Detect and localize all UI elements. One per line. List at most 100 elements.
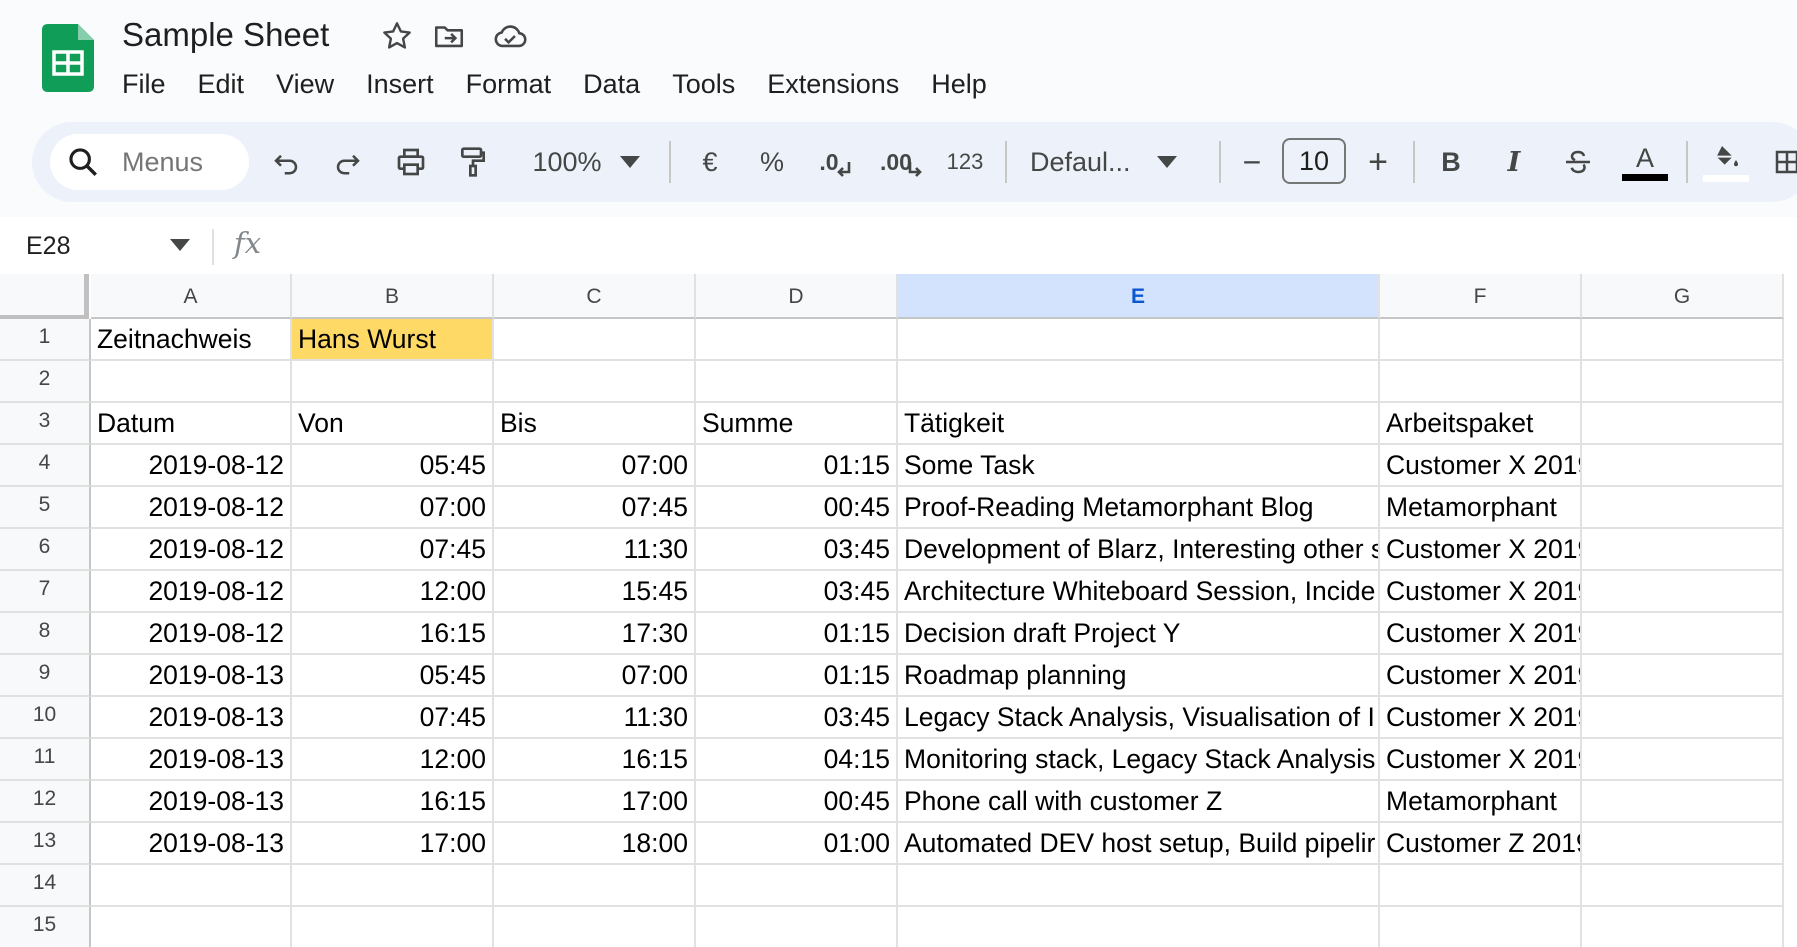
cell-b15[interactable] (292, 907, 494, 947)
row-header[interactable]: 14 (0, 865, 91, 907)
zoom-select[interactable]: 100% (520, 140, 652, 184)
cell-d15[interactable] (696, 907, 898, 947)
cell-g10[interactable] (1582, 697, 1784, 739)
font-size-input[interactable]: 10 (1282, 138, 1346, 184)
cell-f13[interactable]: Customer Z 2019-08 (1380, 823, 1582, 865)
cell-e7[interactable]: Architecture Whiteboard Session, Incide (898, 571, 1380, 613)
sheets-logo-icon[interactable] (42, 24, 94, 92)
column-header-a[interactable]: A (91, 274, 292, 319)
cell-b9[interactable]: 05:45 (292, 655, 494, 697)
cell-a8[interactable]: 2019-08-12 (91, 613, 292, 655)
cell-c13[interactable]: 18:00 (494, 823, 696, 865)
cell-g9[interactable] (1582, 655, 1784, 697)
cell-e12[interactable]: Phone call with customer Z (898, 781, 1380, 823)
increase-decimal-button[interactable]: .00 (876, 140, 928, 184)
cell-g1[interactable] (1582, 319, 1784, 361)
cell-e8[interactable]: Decision draft Project Y (898, 613, 1380, 655)
cell-a3[interactable]: Datum (91, 403, 292, 445)
cell-c4[interactable]: 07:00 (494, 445, 696, 487)
fill-color-button[interactable] (1702, 140, 1750, 184)
decrease-font-size-button[interactable]: − (1232, 140, 1272, 184)
cell-d11[interactable]: 04:15 (696, 739, 898, 781)
cell-e3[interactable]: Tätigkeit (898, 403, 1380, 445)
row-header[interactable]: 12 (0, 781, 91, 823)
cell-f9[interactable]: Customer X 2019-08 (1380, 655, 1582, 697)
cell-a9[interactable]: 2019-08-13 (91, 655, 292, 697)
menu-extensions[interactable]: Extensions (751, 64, 915, 104)
cell-f1[interactable] (1380, 319, 1582, 361)
cell-e4[interactable]: Some Task (898, 445, 1380, 487)
cell-c10[interactable]: 11:30 (494, 697, 696, 739)
cell-c5[interactable]: 07:45 (494, 487, 696, 529)
cell-a1[interactable]: Zeitnachweis (91, 319, 292, 361)
cell-a13[interactable]: 2019-08-13 (91, 823, 292, 865)
cell-f6[interactable]: Customer X 2019-08 (1380, 529, 1582, 571)
bold-button[interactable]: B (1431, 140, 1471, 184)
cell-a5[interactable]: 2019-08-12 (91, 487, 292, 529)
font-family-select[interactable]: Defaul... (1030, 140, 1200, 184)
column-header-g[interactable]: G (1582, 274, 1784, 319)
cell-b6[interactable]: 07:45 (292, 529, 494, 571)
cell-f8[interactable]: Customer X 2019-08 (1380, 613, 1582, 655)
cell-b1[interactable]: Hans Wurst (292, 319, 494, 361)
cell-e5[interactable]: Proof-Reading Metamorphant Blog (898, 487, 1380, 529)
cell-b14[interactable] (292, 865, 494, 907)
cell-c6[interactable]: 11:30 (494, 529, 696, 571)
cell-b2[interactable] (292, 361, 494, 403)
row-header[interactable]: 3 (0, 403, 91, 445)
cell-g14[interactable] (1582, 865, 1784, 907)
cell-c15[interactable] (494, 907, 696, 947)
document-title[interactable]: Sample Sheet (122, 15, 329, 55)
cell-c3[interactable]: Bis (494, 403, 696, 445)
cell-a14[interactable] (91, 865, 292, 907)
cell-b5[interactable]: 07:00 (292, 487, 494, 529)
cell-g15[interactable] (1582, 907, 1784, 947)
cell-a7[interactable]: 2019-08-12 (91, 571, 292, 613)
row-header[interactable]: 13 (0, 823, 91, 865)
text-color-button[interactable]: A (1621, 140, 1669, 184)
cell-f10[interactable]: Customer X 2019-08 (1380, 697, 1582, 739)
menu-help[interactable]: Help (915, 64, 1003, 104)
cell-e11[interactable]: Monitoring stack, Legacy Stack Analysis (898, 739, 1380, 781)
cell-b7[interactable]: 12:00 (292, 571, 494, 613)
row-header[interactable]: 7 (0, 571, 91, 613)
cell-d13[interactable]: 01:00 (696, 823, 898, 865)
cell-c8[interactable]: 17:30 (494, 613, 696, 655)
row-header[interactable]: 10 (0, 697, 91, 739)
strikethrough-button[interactable] (1558, 140, 1598, 184)
column-header-f[interactable]: F (1380, 274, 1582, 319)
cell-b4[interactable]: 05:45 (292, 445, 494, 487)
select-all-corner[interactable] (0, 274, 89, 319)
menu-edit[interactable]: Edit (182, 64, 261, 104)
cell-d14[interactable] (696, 865, 898, 907)
decrease-decimal-button[interactable]: .0 (812, 140, 858, 184)
menu-insert[interactable]: Insert (350, 64, 450, 104)
cell-c7[interactable]: 15:45 (494, 571, 696, 613)
column-header-b[interactable]: B (292, 274, 494, 319)
cell-a15[interactable] (91, 907, 292, 947)
cell-f11[interactable]: Customer X 2019-08 (1380, 739, 1582, 781)
cell-f5[interactable]: Metamorphant (1380, 487, 1582, 529)
column-header-d[interactable]: D (696, 274, 898, 319)
cell-d4[interactable]: 01:15 (696, 445, 898, 487)
cell-d10[interactable]: 03:45 (696, 697, 898, 739)
borders-button[interactable] (1772, 140, 1797, 184)
move-folder-icon[interactable] (430, 17, 468, 55)
cell-a12[interactable]: 2019-08-13 (91, 781, 292, 823)
cell-e9[interactable]: Roadmap planning (898, 655, 1380, 697)
cell-a11[interactable]: 2019-08-13 (91, 739, 292, 781)
cell-a4[interactable]: 2019-08-12 (91, 445, 292, 487)
row-header[interactable]: 6 (0, 529, 91, 571)
cell-g13[interactable] (1582, 823, 1784, 865)
cell-b10[interactable]: 07:45 (292, 697, 494, 739)
menu-view[interactable]: View (260, 64, 350, 104)
cell-e2[interactable] (898, 361, 1380, 403)
cell-d12[interactable]: 00:45 (696, 781, 898, 823)
row-header[interactable]: 4 (0, 445, 91, 487)
cell-b11[interactable]: 12:00 (292, 739, 494, 781)
row-header[interactable]: 9 (0, 655, 91, 697)
row-header[interactable]: 5 (0, 487, 91, 529)
cell-b13[interactable]: 17:00 (292, 823, 494, 865)
menu-tools[interactable]: Tools (656, 64, 751, 104)
cell-g2[interactable] (1582, 361, 1784, 403)
